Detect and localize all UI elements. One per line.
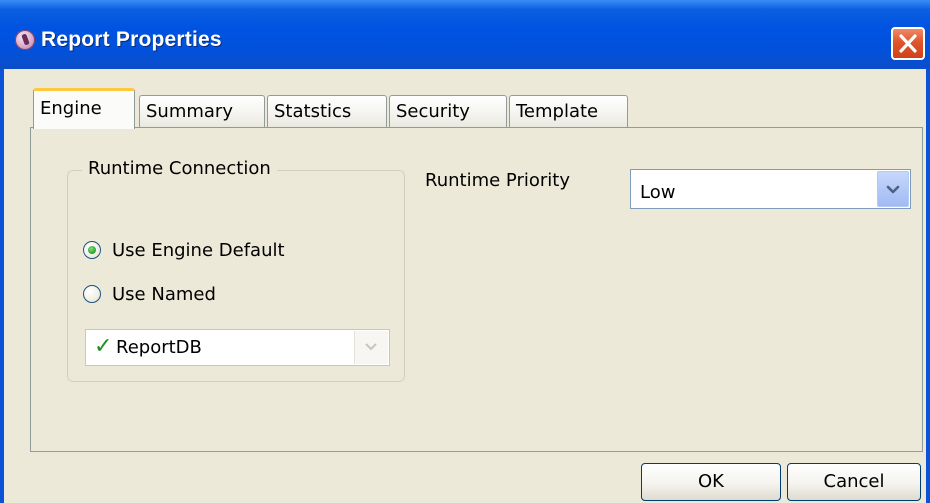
use-named-option[interactable]: Use Named [83, 281, 216, 307]
tab-template[interactable]: Template [509, 95, 628, 127]
runtime-priority-dropdown-button[interactable] [877, 171, 909, 207]
tab-security[interactable]: Security [389, 95, 507, 127]
window-border-left [0, 69, 4, 503]
title-bar[interactable]: Report Properties [0, 0, 930, 69]
use-named-label: Use Named [112, 283, 216, 305]
named-connection-value: ReportDB [116, 337, 202, 358]
tab-engine[interactable]: Engine [33, 88, 135, 129]
runtime-priority-select[interactable]: Low [630, 169, 911, 209]
named-connection-select: ✓ ReportDB [85, 329, 390, 366]
app-icon [15, 30, 35, 50]
runtime-priority-label: Runtime Priority [425, 170, 570, 191]
chevron-down-icon [886, 185, 900, 194]
close-button[interactable] [891, 27, 925, 60]
window-title: Report Properties [41, 28, 222, 51]
use-named-radio[interactable] [83, 285, 101, 303]
close-icon [899, 34, 917, 53]
cancel-button[interactable]: Cancel [787, 463, 921, 501]
tab-summary[interactable]: Summary [139, 95, 265, 127]
named-connection-dropdown-button [354, 331, 388, 364]
use-engine-default-radio[interactable] [83, 241, 101, 259]
tab-statstics[interactable]: Statstics [267, 95, 387, 127]
ok-button[interactable]: OK [641, 463, 781, 501]
window-border-right [926, 69, 930, 503]
runtime-priority-value: Low [640, 182, 676, 203]
use-engine-default-option[interactable]: Use Engine Default [83, 237, 285, 263]
checkmark-icon: ✓ [94, 334, 113, 359]
chevron-down-icon [365, 343, 377, 351]
runtime-connection-legend: Runtime Connection [82, 158, 277, 179]
use-engine-default-label: Use Engine Default [112, 239, 285, 261]
report-properties-dialog: Report Properties Engine Summary Statsti… [0, 0, 930, 503]
